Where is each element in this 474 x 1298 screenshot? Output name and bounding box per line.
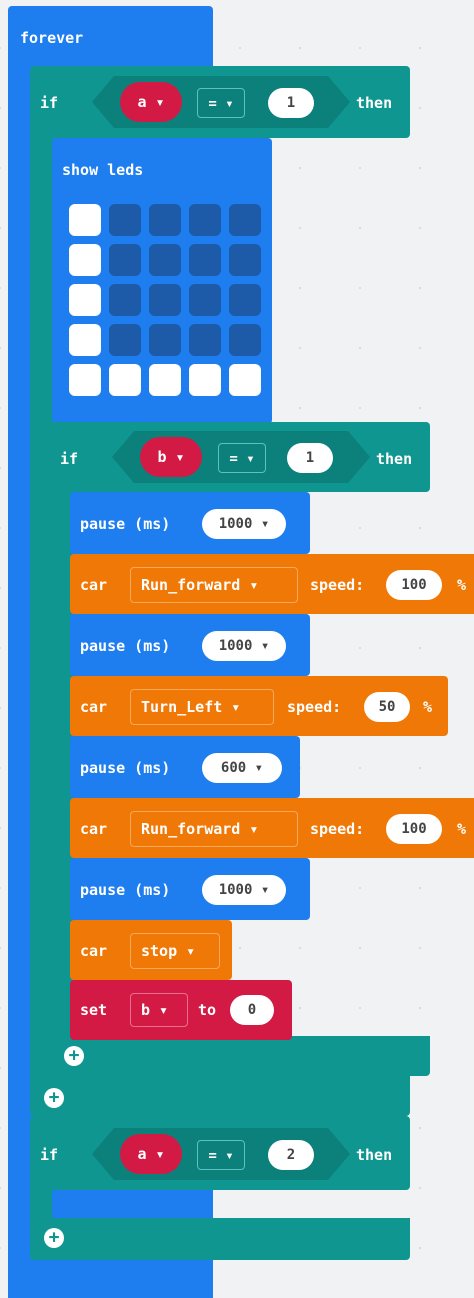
set-value-input[interactable]: 0 [230, 995, 274, 1025]
speed-value-3[interactable]: 100 [386, 814, 442, 844]
if-keyword-second: if [40, 1146, 59, 1164]
led-r4-c2[interactable] [149, 364, 181, 396]
pause-value-3[interactable]: 600 ▾ [202, 753, 282, 783]
if-keyword-inner: if [60, 450, 79, 468]
to-label: to [198, 1001, 217, 1019]
led-r1-c2[interactable] [149, 244, 181, 276]
pause-value-1[interactable]: 1000 ▾ [202, 509, 286, 539]
led-r4-c3[interactable] [189, 364, 221, 396]
led-r3-c4[interactable] [229, 324, 261, 356]
pause-label-3: pause (ms) [80, 759, 171, 777]
add-else-button-inner[interactable]: + [64, 1046, 84, 1066]
led-r3-c3[interactable] [189, 324, 221, 356]
led-r0-c2[interactable] [149, 204, 181, 236]
pause-value-2[interactable]: 1000 ▾ [202, 631, 286, 661]
led-r1-c1[interactable] [109, 244, 141, 276]
operator-dropdown[interactable]: = ▾ [197, 88, 245, 118]
led-r0-c4[interactable] [229, 204, 261, 236]
add-else-button-outer[interactable]: + [44, 1088, 64, 1108]
if-block-inner-footer [50, 1036, 430, 1076]
forever-label: forever [20, 29, 84, 47]
car-label-3: car [80, 820, 108, 838]
led-r3-c2[interactable] [149, 324, 181, 356]
then-keyword-inner: then [376, 450, 413, 468]
variable-b-dropdown[interactable]: b ▾ [140, 437, 202, 477]
led-r2-c1[interactable] [109, 284, 141, 316]
percent-label-1: % [457, 576, 467, 594]
then-keyword: then [356, 94, 393, 112]
led-r4-c1[interactable] [109, 364, 141, 396]
speed-value-1[interactable]: 100 [386, 570, 442, 600]
speed-label-3: speed: [310, 820, 365, 838]
set-label: set [80, 1001, 108, 1019]
pause-label-1: pause (ms) [80, 515, 171, 533]
set-variable-dropdown[interactable]: b ▾ [130, 993, 188, 1027]
car-label-1: car [80, 576, 108, 594]
then-keyword-second: then [356, 1146, 393, 1164]
variable-a-dropdown-second[interactable]: a ▾ [120, 1134, 182, 1174]
pause-label-4: pause (ms) [80, 881, 171, 899]
variable-a-dropdown[interactable]: a ▾ [120, 82, 182, 122]
speed-value-2[interactable]: 50 [364, 692, 410, 722]
speed-label-1: speed: [310, 576, 365, 594]
led-r4-c4[interactable] [229, 364, 261, 396]
led-r2-c2[interactable] [149, 284, 181, 316]
if-block-outer-footer [30, 1076, 410, 1116]
led-r1-c3[interactable] [189, 244, 221, 276]
percent-label-3: % [457, 820, 467, 838]
led-r4-c0[interactable] [69, 364, 101, 396]
percent-label-2: % [423, 698, 433, 716]
led-r0-c0[interactable] [69, 204, 101, 236]
led-r2-c4[interactable] [229, 284, 261, 316]
value-input-second[interactable]: 2 [268, 1140, 314, 1170]
pause-value-4[interactable]: 1000 ▾ [202, 875, 286, 905]
car-action-dropdown-3[interactable]: Run_forward ▾ [130, 811, 298, 847]
speed-label-2: speed: [287, 698, 342, 716]
led-grid[interactable] [69, 204, 261, 396]
led-r2-c0[interactable] [69, 284, 101, 316]
car-label-4: car [80, 942, 108, 960]
pause-label-2: pause (ms) [80, 637, 171, 655]
car-label-2: car [80, 698, 108, 716]
car-action-dropdown-2[interactable]: Turn_Left ▾ [130, 689, 274, 725]
led-r0-c1[interactable] [109, 204, 141, 236]
led-r1-c4[interactable] [229, 244, 261, 276]
operator-dropdown-inner[interactable]: = ▾ [218, 443, 266, 473]
if-block-inner-spine [50, 488, 72, 1048]
if-keyword: if [40, 94, 59, 112]
operator-dropdown-second[interactable]: = ▾ [197, 1140, 245, 1170]
value-input[interactable]: 1 [268, 88, 314, 118]
car-action-dropdown-4[interactable]: stop ▾ [130, 933, 220, 969]
led-r3-c1[interactable] [109, 324, 141, 356]
value-input-inner[interactable]: 1 [287, 443, 333, 473]
show-leds-label: show leds [62, 161, 144, 179]
if-block-second-footer [30, 1218, 410, 1260]
led-r0-c3[interactable] [189, 204, 221, 236]
car-action-dropdown-1[interactable]: Run_forward ▾ [130, 567, 298, 603]
led-r3-c0[interactable] [69, 324, 101, 356]
add-else-button-second[interactable]: + [44, 1228, 64, 1248]
led-r2-c3[interactable] [189, 284, 221, 316]
led-r1-c0[interactable] [69, 244, 101, 276]
